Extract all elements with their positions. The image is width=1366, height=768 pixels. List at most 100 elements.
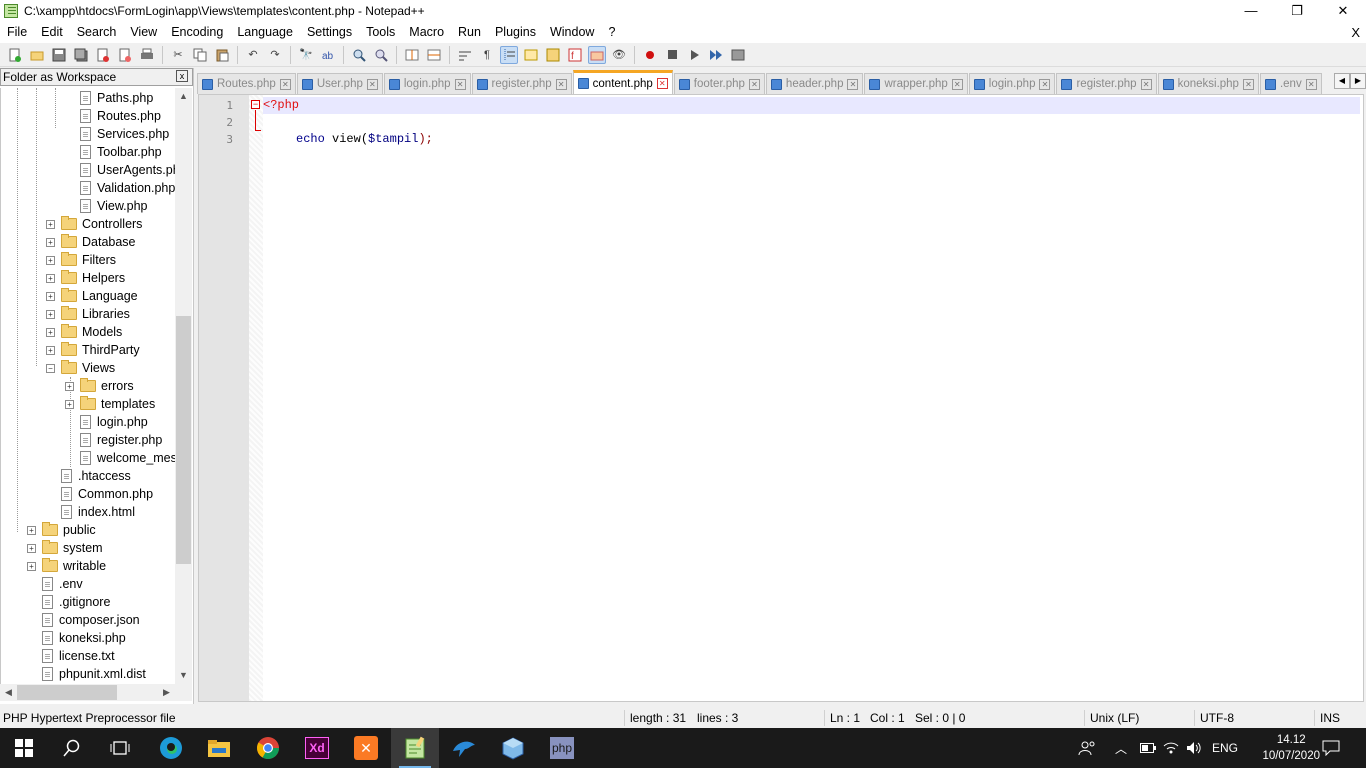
maximize-button[interactable]: ❐ [1274, 0, 1320, 22]
tab-routes[interactable]: Routes.php ✕ [197, 73, 296, 94]
tree-item[interactable]: .gitignore [42, 593, 110, 611]
expand-icon[interactable]: + [46, 292, 55, 301]
expand-icon[interactable]: + [65, 400, 74, 409]
notification-center-icon[interactable] [1322, 728, 1340, 768]
wifi-icon[interactable] [1163, 728, 1179, 768]
tree-item[interactable]: writable [42, 557, 106, 575]
php-icon[interactable]: php [538, 728, 586, 768]
expand-icon[interactable]: + [65, 382, 74, 391]
tab-scroll-left-icon[interactable]: ◀ [1334, 73, 1350, 89]
function-list-icon[interactable]: f [566, 46, 584, 64]
expand-icon[interactable]: + [46, 274, 55, 283]
tab-close-icon[interactable]: ✕ [748, 78, 760, 90]
new-file-icon[interactable] [6, 46, 24, 64]
tab-close-icon[interactable]: ✕ [1140, 78, 1152, 90]
tab-wrapper[interactable]: wrapper.php ✕ [864, 73, 968, 94]
tab-login-2[interactable]: login.php ✕ [968, 73, 1056, 94]
dolphin-app-icon[interactable] [440, 728, 488, 768]
tree-item[interactable]: ThirdParty [61, 341, 140, 359]
expand-icon[interactable]: + [27, 562, 36, 571]
tab-footer[interactable]: footer.php ✕ [673, 73, 765, 94]
xampp-icon[interactable]: ✕ [342, 728, 390, 768]
status-eol[interactable]: Unix (LF) [1090, 711, 1139, 725]
scroll-thumb[interactable] [17, 685, 117, 700]
tab-user[interactable]: User.php ✕ [296, 73, 383, 94]
doc-map-icon[interactable] [544, 46, 562, 64]
menu-plugins[interactable]: Plugins [488, 22, 543, 43]
scroll-right-icon[interactable]: ▶ [158, 684, 175, 701]
tree-item[interactable]: Toolbar.php [80, 143, 162, 161]
menu-macro[interactable]: Macro [402, 22, 451, 43]
tree-item[interactable]: koneksi.php [42, 629, 126, 647]
tab-close-icon[interactable]: ✕ [454, 78, 466, 90]
tab-close-icon[interactable]: ✕ [1039, 78, 1051, 90]
tab-header[interactable]: header.php ✕ [765, 73, 864, 94]
expand-icon[interactable]: + [46, 256, 55, 265]
people-icon[interactable] [1078, 728, 1096, 768]
udl-icon[interactable] [522, 46, 540, 64]
sync-horizontal-icon[interactable] [425, 46, 443, 64]
tab-content[interactable]: content.php ✕ [572, 70, 673, 94]
tree-item[interactable]: Controllers [61, 215, 142, 233]
record-macro-icon[interactable] [641, 46, 659, 64]
print-icon[interactable] [138, 46, 156, 64]
menu-window[interactable]: Window [543, 22, 601, 43]
tree-item[interactable]: Routes.php [80, 107, 161, 125]
notepadpp-taskbar-icon[interactable] [391, 728, 439, 768]
paste-icon[interactable] [213, 46, 231, 64]
tree-item[interactable]: Database [61, 233, 136, 251]
expand-icon[interactable]: + [27, 544, 36, 553]
menu-view[interactable]: View [123, 22, 164, 43]
tree-item[interactable]: login.php [80, 413, 148, 431]
tree-item[interactable]: phpunit.xml.dist [42, 665, 146, 683]
tree-item[interactable]: Language [61, 287, 138, 305]
tab-env[interactable]: .env ✕ [1259, 73, 1322, 94]
start-button[interactable] [0, 728, 48, 768]
tree-item[interactable]: Models [61, 323, 122, 341]
tab-scroll-right-icon[interactable]: ▶ [1350, 73, 1366, 89]
tree-item[interactable]: .htaccess [61, 467, 131, 485]
file-explorer-icon[interactable] [195, 728, 243, 768]
tree-item[interactable]: errors [80, 377, 134, 395]
chrome-icon[interactable] [244, 728, 292, 768]
menu-settings[interactable]: Settings [300, 22, 359, 43]
code-editor[interactable]: 1 2 3 − <?php echo view($tampil); [198, 94, 1364, 702]
scroll-up-icon[interactable]: ▲ [175, 88, 192, 105]
show-hidden-icons-icon[interactable]: ︿ [1115, 728, 1127, 768]
find-icon[interactable]: 🔭 [297, 46, 315, 64]
tab-close-icon[interactable]: ✕ [1305, 78, 1317, 90]
status-insert-mode[interactable]: INS [1320, 711, 1340, 725]
tree-item[interactable]: .env [42, 575, 83, 593]
undo-icon[interactable]: ↶ [244, 46, 262, 64]
fold-toggle-icon[interactable]: − [251, 100, 260, 109]
tab-register-2[interactable]: register.php ✕ [1056, 73, 1157, 94]
save-macro-icon[interactable] [729, 46, 747, 64]
play-multiple-macro-icon[interactable] [707, 46, 725, 64]
close-all-icon[interactable] [116, 46, 134, 64]
tree-item[interactable]: license.txt [42, 647, 115, 665]
tree-item[interactable]: UserAgents.php [80, 161, 175, 179]
tree-item[interactable]: welcome_message.php [80, 449, 175, 467]
monitoring-icon[interactable]: 👁 [610, 46, 628, 64]
expand-icon[interactable]: + [46, 238, 55, 247]
replace-icon[interactable]: ab [319, 46, 337, 64]
edge-icon[interactable] [147, 728, 195, 768]
expand-icon[interactable]: + [27, 526, 36, 535]
minimize-button[interactable]: — [1228, 0, 1274, 22]
tree-vertical-scrollbar[interactable]: ▲ ▼ [175, 88, 192, 684]
tab-login[interactable]: login.php ✕ [383, 73, 471, 94]
menu-edit[interactable]: Edit [34, 22, 70, 43]
task-view-icon[interactable] [96, 728, 144, 768]
menu-file[interactable]: File [0, 22, 34, 43]
cut-icon[interactable]: ✂ [169, 46, 187, 64]
menu-run[interactable]: Run [451, 22, 488, 43]
close-button[interactable]: ✕ [1320, 0, 1366, 22]
virtualbox-icon[interactable] [489, 728, 537, 768]
save-all-icon[interactable] [72, 46, 90, 64]
tree-item[interactable]: Validation.php [80, 179, 175, 197]
collapse-icon[interactable]: − [46, 364, 55, 373]
fold-margin[interactable] [249, 95, 263, 701]
scroll-left-icon[interactable]: ◀ [0, 684, 17, 701]
save-icon[interactable] [50, 46, 68, 64]
zoom-in-icon[interactable] [350, 46, 368, 64]
